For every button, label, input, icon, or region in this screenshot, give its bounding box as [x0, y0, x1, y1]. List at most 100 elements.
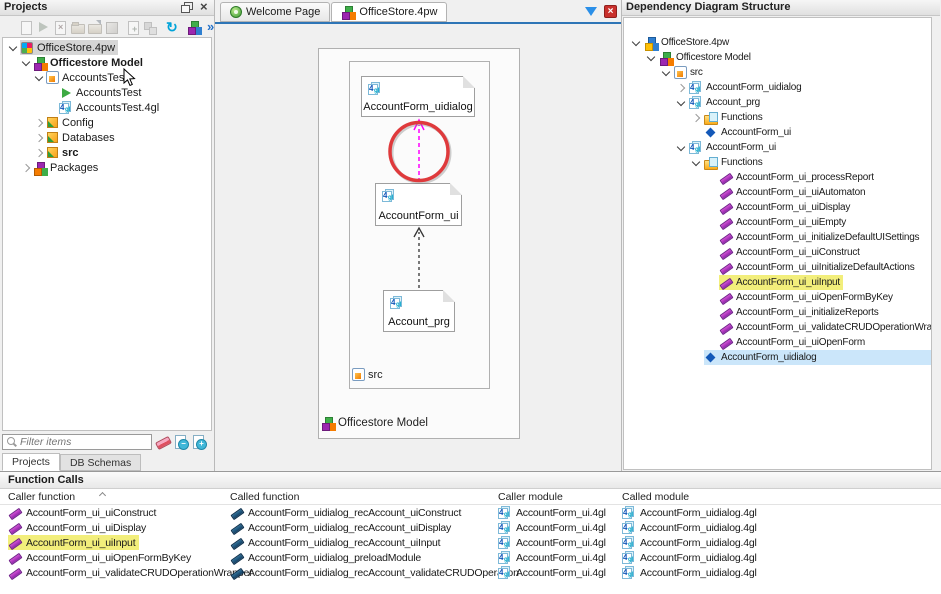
tree-item-accountform-uidialog[interactable]: AccountForm_uidialog	[624, 350, 931, 365]
tab-officestore-4pw[interactable]: OfficeStore.4pw	[331, 2, 447, 22]
toolbar-button-open-folder-icon[interactable]	[70, 18, 84, 35]
caller-module-cell[interactable]: 4glAccountForm_ui.4gl	[498, 565, 622, 580]
called-function-cell[interactable]: AccountForm_uidialog_preloadModule	[230, 550, 498, 565]
tree-item-accountstest-4gl[interactable]: 4glAccountsTest.4gl	[3, 100, 211, 115]
tree-item-accountform-ui[interactable]: AccountForm_ui	[624, 125, 931, 140]
tab-db-schemas[interactable]: DB Schemas	[60, 454, 141, 471]
toolbar-button-build-cubes-icon[interactable]	[2, 18, 16, 35]
toolbar-button-import-folder-icon[interactable]	[87, 18, 101, 35]
tree-item-accountform-ui-uiinput[interactable]: AccountForm_ui_uiInput	[624, 275, 931, 290]
column-header-called-function[interactable]: Called function	[230, 491, 498, 503]
called-function-cell[interactable]: AccountForm_uidialog_recAccount_uiDispla…	[230, 520, 498, 535]
twisty-collapsed-icon[interactable]	[20, 161, 33, 174]
tree-item-accountform-ui-uiempty[interactable]: AccountForm_ui_uiEmpty	[624, 215, 931, 230]
twisty-collapsed-icon[interactable]	[690, 111, 704, 124]
caller-function-cell[interactable]: AccountForm_ui_uiConstruct	[8, 505, 230, 520]
diagram-node-account-prg[interactable]: 4gl Account_prg	[383, 290, 455, 332]
twisty-expanded-icon[interactable]	[645, 51, 659, 64]
called-function-cell[interactable]: AccountForm_uidialog_recAccount_uiInput	[230, 535, 498, 550]
tree-item-officestore-4pw[interactable]: OfficeStore.4pw	[624, 35, 931, 50]
tree-item-src[interactable]: src	[3, 145, 211, 160]
caller-module-cell[interactable]: 4glAccountForm_ui.4gl	[498, 505, 622, 520]
tree-item-accountform-ui[interactable]: 4glAccountForm_ui	[624, 140, 931, 155]
tree-item-config[interactable]: Config	[3, 115, 211, 130]
tree-item-accountform-uidialog[interactable]: 4glAccountForm_uidialog	[624, 80, 931, 95]
tree-item-accountform-ui-uiautomaton[interactable]: AccountForm_ui_uiAutomaton	[624, 185, 931, 200]
toolbar-button-new-file-icon[interactable]	[19, 18, 33, 35]
toolbar-button-run-icon[interactable]	[36, 18, 50, 35]
tab-list-dropdown-icon[interactable]	[585, 7, 597, 16]
called-module-cell[interactable]: 4glAccountForm_uidialog.4gl	[622, 520, 941, 535]
tree-item-accountform-ui-uiinitializedefaultactions[interactable]: AccountForm_ui_uiInitializeDefaultAction…	[624, 260, 931, 275]
expand-all-icon[interactable]	[192, 435, 206, 449]
table-row[interactable]: AccountForm_ui_uiConstructAccountForm_ui…	[0, 505, 941, 520]
tree-item-officestore-model[interactable]: Officestore Model	[3, 55, 211, 70]
tree-item-account-prg[interactable]: 4glAccount_prg	[624, 95, 931, 110]
toolbar-button-package-box-icon[interactable]	[104, 18, 118, 35]
tree-item-functions[interactable]: Functions	[624, 155, 931, 170]
caller-module-cell[interactable]: 4glAccountForm_ui.4gl	[498, 535, 622, 550]
twisty-expanded-icon[interactable]	[20, 56, 33, 69]
caller-module-cell[interactable]: 4glAccountForm_ui.4gl	[498, 550, 622, 565]
diagram-canvas[interactable]: Officestore Model src 4gl AccountForm_ui…	[215, 24, 621, 471]
caller-function-cell[interactable]: AccountForm_ui_uiOpenFormByKey	[8, 550, 230, 565]
twisty-expanded-icon[interactable]	[690, 156, 704, 169]
twisty-expanded-icon[interactable]	[7, 41, 20, 54]
toolbar-button-sync-icon[interactable]	[165, 18, 179, 35]
tree-item-accountstest[interactable]: AccountsTest	[3, 85, 211, 100]
twisty-collapsed-icon[interactable]	[33, 116, 46, 129]
called-function-cell[interactable]: AccountForm_uidialog_recAccount_validate…	[230, 565, 498, 580]
collapse-all-icon[interactable]	[174, 435, 188, 449]
twisty-expanded-icon[interactable]	[630, 36, 644, 49]
caller-function-cell[interactable]: AccountForm_ui_uiDisplay	[8, 520, 230, 535]
twisty-collapsed-icon[interactable]	[675, 81, 689, 94]
diagram-node-accountform-ui[interactable]: 4gl AccountForm_ui	[375, 183, 462, 226]
float-panel-icon[interactable]	[180, 2, 194, 14]
tree-item-accountform-ui-processreport[interactable]: AccountForm_ui_processReport	[624, 170, 931, 185]
tree-item-databases[interactable]: Databases	[3, 130, 211, 145]
caller-module-cell[interactable]: 4glAccountForm_ui.4gl	[498, 520, 622, 535]
tree-item-src[interactable]: src	[624, 65, 931, 80]
filter-input[interactable]	[20, 436, 151, 448]
toolbar-button-build-all-icon[interactable]	[143, 18, 157, 35]
clear-filter-icon[interactable]	[156, 435, 170, 449]
table-row[interactable]: AccountForm_ui_uiInputAccountForm_uidial…	[0, 535, 941, 550]
tree-item-accountform-ui-initializedefaultuisettings[interactable]: AccountForm_ui_initializeDefaultUISettin…	[624, 230, 931, 245]
tree-item-functions[interactable]: Functions	[624, 110, 931, 125]
filter-input-box[interactable]	[2, 434, 152, 450]
tree-item-accountform-ui-uidisplay[interactable]: AccountForm_ui_uiDisplay	[624, 200, 931, 215]
twisty-expanded-icon[interactable]	[660, 66, 674, 79]
diagram-node-accountform-uidialog[interactable]: 4gl AccountForm_uidialog	[361, 76, 475, 117]
tree-item-accountform-ui-uiopenform[interactable]: AccountForm_ui_uiOpenForm	[624, 335, 931, 350]
tab-welcome-page[interactable]: Welcome Page	[220, 2, 330, 22]
called-function-cell[interactable]: AccountForm_uidialog_recAccount_uiConstr…	[230, 505, 498, 520]
tree-item-accountform-ui-uiconstruct[interactable]: AccountForm_ui_uiConstruct	[624, 245, 931, 260]
table-row[interactable]: AccountForm_ui_validateCRUDOperationWrap…	[0, 565, 941, 580]
tree-item-officestore-model[interactable]: Officestore Model	[624, 50, 931, 65]
called-module-cell[interactable]: 4glAccountForm_uidialog.4gl	[622, 565, 941, 580]
called-module-cell[interactable]: 4glAccountForm_uidialog.4gl	[622, 535, 941, 550]
caller-function-cell[interactable]: AccountForm_ui_uiInput	[8, 535, 230, 550]
called-module-cell[interactable]: 4glAccountForm_uidialog.4gl	[622, 550, 941, 565]
toolbar-button-cubes-run-icon[interactable]	[187, 18, 201, 35]
tree-item-accountform-ui-validatecrudoperationwrapper[interactable]: AccountForm_ui_validateCRUDOperationWrap…	[624, 320, 931, 335]
twisty-expanded-icon[interactable]	[675, 96, 689, 109]
tab-close-icon[interactable]: ×	[604, 5, 617, 18]
close-panel-icon[interactable]	[197, 2, 211, 14]
column-header-caller-function[interactable]: Caller function	[8, 491, 230, 503]
twisty-collapsed-icon[interactable]	[33, 146, 46, 159]
column-header-called-module[interactable]: Called module	[622, 491, 941, 503]
column-header-caller-module[interactable]: Caller module	[498, 491, 622, 503]
table-row[interactable]: AccountForm_ui_uiDisplayAccountForm_uidi…	[0, 520, 941, 535]
tree-item-officestore-4pw[interactable]: OfficeStore.4pw	[3, 40, 211, 55]
tree-item-accountstest[interactable]: AccountsTest	[3, 70, 211, 85]
twisty-expanded-icon[interactable]	[675, 141, 689, 154]
table-row[interactable]: AccountForm_ui_uiOpenFormByKeyAccountFor…	[0, 550, 941, 565]
tree-item-accountform-ui-uiopenformbykey[interactable]: AccountForm_ui_uiOpenFormByKey	[624, 290, 931, 305]
called-module-cell[interactable]: 4glAccountForm_uidialog.4gl	[622, 505, 941, 520]
tab-projects[interactable]: Projects	[2, 453, 60, 471]
toolbar-button-add-file-icon[interactable]	[126, 18, 140, 35]
toolbar-button-stop-icon[interactable]	[53, 18, 67, 35]
tree-item-accountform-ui-initializereports[interactable]: AccountForm_ui_initializeReports	[624, 305, 931, 320]
twisty-expanded-icon[interactable]	[33, 71, 46, 84]
